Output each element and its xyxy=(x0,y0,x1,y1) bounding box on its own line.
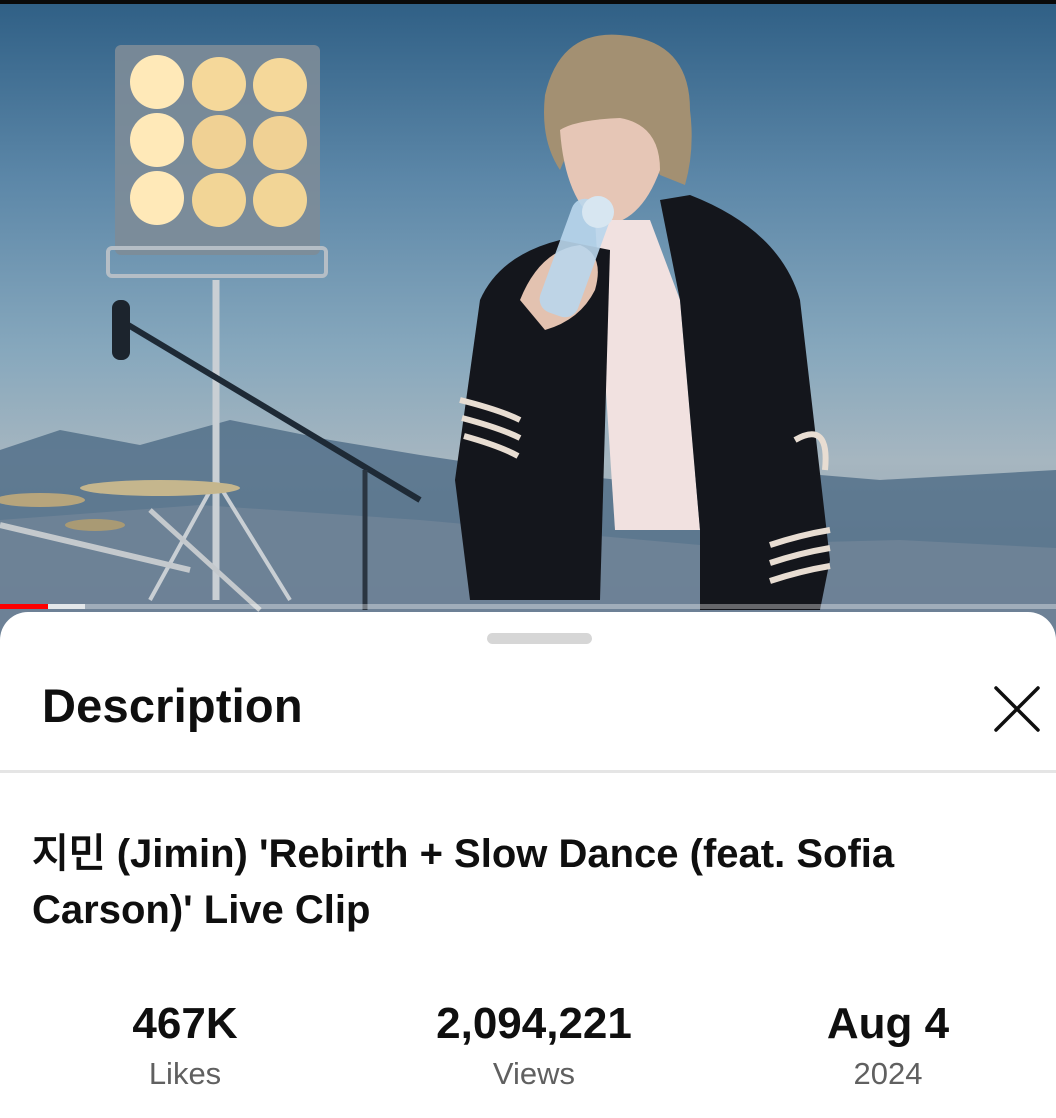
close-button[interactable] xyxy=(986,678,1048,740)
video-frame xyxy=(0,34,1056,640)
sheet-title: Description xyxy=(42,679,303,732)
sheet-drag-handle[interactable] xyxy=(487,633,592,644)
views-label: Views xyxy=(492,1056,576,1091)
likes-label: Likes xyxy=(148,1056,222,1091)
video-stats: 467K Likes 2,094,221 Views Aug 4 2024 xyxy=(0,996,1056,1096)
description-sheet: Description 지민 (Jimin) 'Rebirth + Slow D… xyxy=(0,612,1056,1118)
publish-date: Aug 4 xyxy=(826,999,950,1048)
sheet-divider xyxy=(0,770,1056,773)
buffered-progress xyxy=(48,604,85,609)
views-stat: 2,094,221 Views xyxy=(384,996,684,1094)
video-player[interactable] xyxy=(0,0,1056,640)
played-progress xyxy=(0,604,48,609)
video-title: 지민 (Jimin) 'Rebirth + Slow Dance (feat. … xyxy=(32,832,895,932)
views-count: 2,094,221 xyxy=(436,999,632,1048)
publish-year: 2024 xyxy=(853,1056,923,1091)
close-icon xyxy=(994,686,1040,732)
likes-count: 467K xyxy=(132,999,238,1048)
video-progress-bar[interactable] xyxy=(0,604,1056,609)
screen: Description 지민 (Jimin) 'Rebirth + Slow D… xyxy=(0,0,1056,1118)
date-stat: Aug 4 2024 xyxy=(738,996,1038,1094)
likes-stat: 467K Likes xyxy=(35,996,335,1094)
